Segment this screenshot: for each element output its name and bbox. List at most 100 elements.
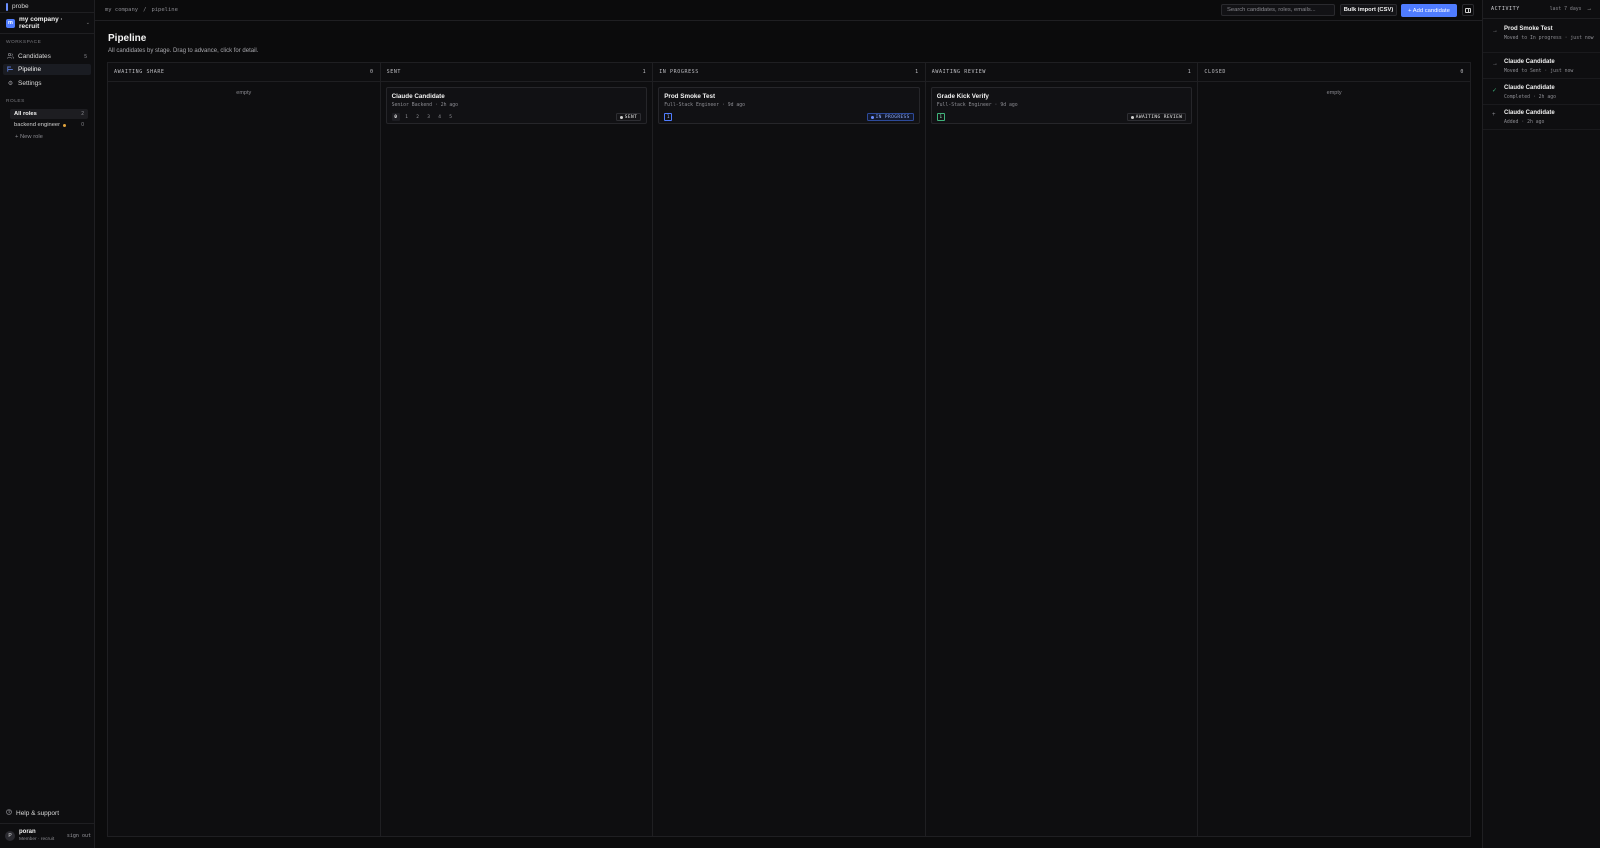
column-sent[interactable]: SENT 1 Claude Candidate Senior Backend ·… bbox=[380, 63, 654, 836]
role-item-backend-engineer[interactable]: backend engineer 0 bbox=[10, 120, 88, 130]
step-indicator: 1 bbox=[664, 113, 673, 121]
column-count: 1 bbox=[1187, 69, 1192, 75]
brand-logo-icon bbox=[6, 2, 8, 11]
card-footer: 1 IN PROGRESS bbox=[664, 113, 914, 121]
column-empty-state: empty bbox=[236, 90, 252, 96]
sidebar-item-label: Pipeline bbox=[18, 66, 42, 73]
help-icon bbox=[6, 809, 12, 817]
breadcrumb-separator: / bbox=[143, 7, 147, 13]
search-input[interactable] bbox=[1221, 4, 1335, 16]
collapse-arrow-icon[interactable]: → bbox=[1587, 6, 1593, 12]
candidate-name: Claude Candidate bbox=[391, 93, 445, 100]
step-1[interactable]: 1 bbox=[403, 113, 411, 121]
step-1[interactable]: 1 bbox=[664, 113, 673, 121]
avatar[interactable]: P bbox=[5, 831, 15, 841]
arrow-right-icon: → bbox=[1492, 28, 1498, 34]
arrow-right-icon: → bbox=[1492, 61, 1498, 67]
bulk-import-button[interactable]: Bulk import (CSV) bbox=[1340, 4, 1397, 16]
column-awaiting-review[interactable]: AWAITING REVIEW 1 Grade Kick Verify Full… bbox=[925, 63, 1199, 836]
column-header: AWAITING SHARE 0 bbox=[108, 63, 380, 82]
user-profile: P poran Member · recruit sign out bbox=[5, 828, 91, 844]
activity-item[interactable]: → Claude Candidate Moved to Sent · just … bbox=[1483, 59, 1600, 79]
candidate-meta: Full-Stack Engineer · 9d ago bbox=[664, 103, 746, 108]
toggle-panel-button[interactable] bbox=[1462, 4, 1474, 16]
step-selector: 0 1 2 3 4 5 bbox=[391, 113, 455, 121]
column-awaiting-share[interactable]: AWAITING SHARE 0 empty bbox=[108, 63, 381, 836]
breadcrumb-company[interactable]: my company bbox=[105, 7, 138, 13]
role-label: backend engineer bbox=[14, 122, 61, 128]
activity-text: Moved to Sent · just now bbox=[1504, 69, 1574, 74]
help-support-link[interactable]: Help & support bbox=[6, 809, 59, 817]
gear-icon: ⚙ bbox=[7, 81, 14, 87]
column-title: AWAITING REVIEW bbox=[931, 69, 986, 75]
step-1[interactable]: 1 bbox=[936, 113, 945, 121]
user-name: poran bbox=[19, 829, 36, 835]
step-0[interactable]: 0 bbox=[391, 113, 400, 121]
candidate-name: Prod Smoke Test bbox=[664, 93, 716, 100]
activity-title: ACTIVITY bbox=[1491, 6, 1520, 12]
nav-count: 5 bbox=[84, 53, 87, 60]
pipeline-board: AWAITING SHARE 0 empty SENT 1 Claude Can… bbox=[107, 62, 1471, 837]
sidebar: probe m my company · recruit ⌄ WORKSPACE… bbox=[0, 0, 95, 848]
breadcrumb-current: pipeline bbox=[151, 7, 178, 13]
column-in-progress[interactable]: IN PROGRESS 1 Prod Smoke Test Full-Stack… bbox=[653, 63, 926, 836]
column-count: 0 bbox=[369, 69, 374, 75]
sign-out-button[interactable]: sign out bbox=[67, 833, 91, 839]
step-5[interactable]: 5 bbox=[447, 113, 455, 121]
column-closed[interactable]: CLOSED 0 empty bbox=[1198, 63, 1470, 836]
candidate-card[interactable]: Prod Smoke Test Full-Stack Engineer · 9d… bbox=[658, 87, 920, 124]
sidebar-item-candidates[interactable]: Candidates 5 bbox=[3, 51, 91, 62]
activity-text: Completed · 2h ago bbox=[1504, 95, 1556, 100]
step-2[interactable]: 2 bbox=[414, 113, 422, 121]
users-icon bbox=[7, 52, 14, 61]
brand[interactable]: probe bbox=[6, 2, 29, 11]
user-info: poran Member · recruit bbox=[19, 828, 54, 844]
workspace-name: my company · recruit bbox=[19, 16, 63, 30]
workspace-avatar: m bbox=[6, 18, 15, 28]
status-dot-icon bbox=[1130, 115, 1134, 119]
activity-range[interactable]: last 7 days bbox=[1550, 7, 1582, 12]
sidebar-item-settings[interactable]: ⚙ Settings bbox=[3, 78, 91, 89]
column-count: 1 bbox=[915, 69, 919, 75]
plus-icon: + bbox=[1492, 112, 1496, 118]
activity-header: ACTIVITY last 7 days → bbox=[1483, 0, 1600, 19]
role-item-all[interactable]: All roles 2 bbox=[10, 109, 88, 119]
chevron-down-icon: ⌄ bbox=[85, 20, 90, 26]
section-label-roles: ROLES bbox=[6, 99, 25, 104]
activity-item[interactable]: ✓ Claude Candidate Completed · 2h ago bbox=[1483, 85, 1600, 105]
activity-text: Added · 2h ago bbox=[1504, 120, 1545, 125]
add-candidate-button[interactable]: + Add candidate bbox=[1401, 4, 1457, 17]
column-header: IN PROGRESS 1 bbox=[653, 63, 925, 82]
status-label: IN PROGRESS bbox=[875, 114, 910, 120]
card-footer: 1 AWAITING REVIEW bbox=[936, 113, 1187, 121]
activity-item[interactable]: → Prod Smoke Test Moved to In progress ·… bbox=[1483, 26, 1600, 53]
status-dot-icon bbox=[870, 115, 874, 119]
activity-candidate: Claude Candidate bbox=[1504, 85, 1555, 91]
role-count: 2 bbox=[81, 111, 84, 117]
status-badge: IN PROGRESS bbox=[866, 113, 914, 121]
new-role-button[interactable]: + New role bbox=[15, 134, 43, 140]
sidebar-item-label: Settings bbox=[18, 80, 42, 87]
role-label: All roles bbox=[14, 111, 37, 117]
help-label: Help & support bbox=[16, 809, 59, 817]
status-label: SENT bbox=[624, 114, 638, 120]
topbar: my company / pipeline Bulk import (CSV) … bbox=[95, 0, 1482, 21]
sidebar-panel-icon bbox=[1465, 7, 1471, 13]
activity-item[interactable]: + Claude Candidate Added · 2h ago bbox=[1483, 110, 1600, 130]
column-header: CLOSED 0 bbox=[1198, 63, 1470, 82]
role-status-dot bbox=[63, 123, 67, 127]
status-label: AWAITING REVIEW bbox=[1135, 114, 1183, 120]
status-badge: AWAITING REVIEW bbox=[1126, 113, 1187, 121]
status-badge: SENT bbox=[615, 113, 642, 121]
candidate-card[interactable]: Claude Candidate Senior Backend · 2h ago… bbox=[385, 87, 648, 124]
activity-panel: ACTIVITY last 7 days → → Prod Smoke Test… bbox=[1482, 0, 1600, 848]
step-3[interactable]: 3 bbox=[425, 113, 433, 121]
sidebar-item-pipeline[interactable]: Pipeline bbox=[3, 64, 91, 75]
workspace-switcher[interactable]: m my company · recruit ⌄ bbox=[6, 16, 90, 30]
step-4[interactable]: 4 bbox=[436, 113, 444, 121]
column-title: IN PROGRESS bbox=[659, 69, 699, 75]
pipeline-icon bbox=[7, 65, 14, 74]
section-label-workspace: WORKSPACE bbox=[6, 40, 42, 45]
candidate-card[interactable]: Grade Kick Verify Full-Stack Engineer · … bbox=[930, 87, 1193, 124]
page-title: Pipeline bbox=[108, 33, 147, 44]
